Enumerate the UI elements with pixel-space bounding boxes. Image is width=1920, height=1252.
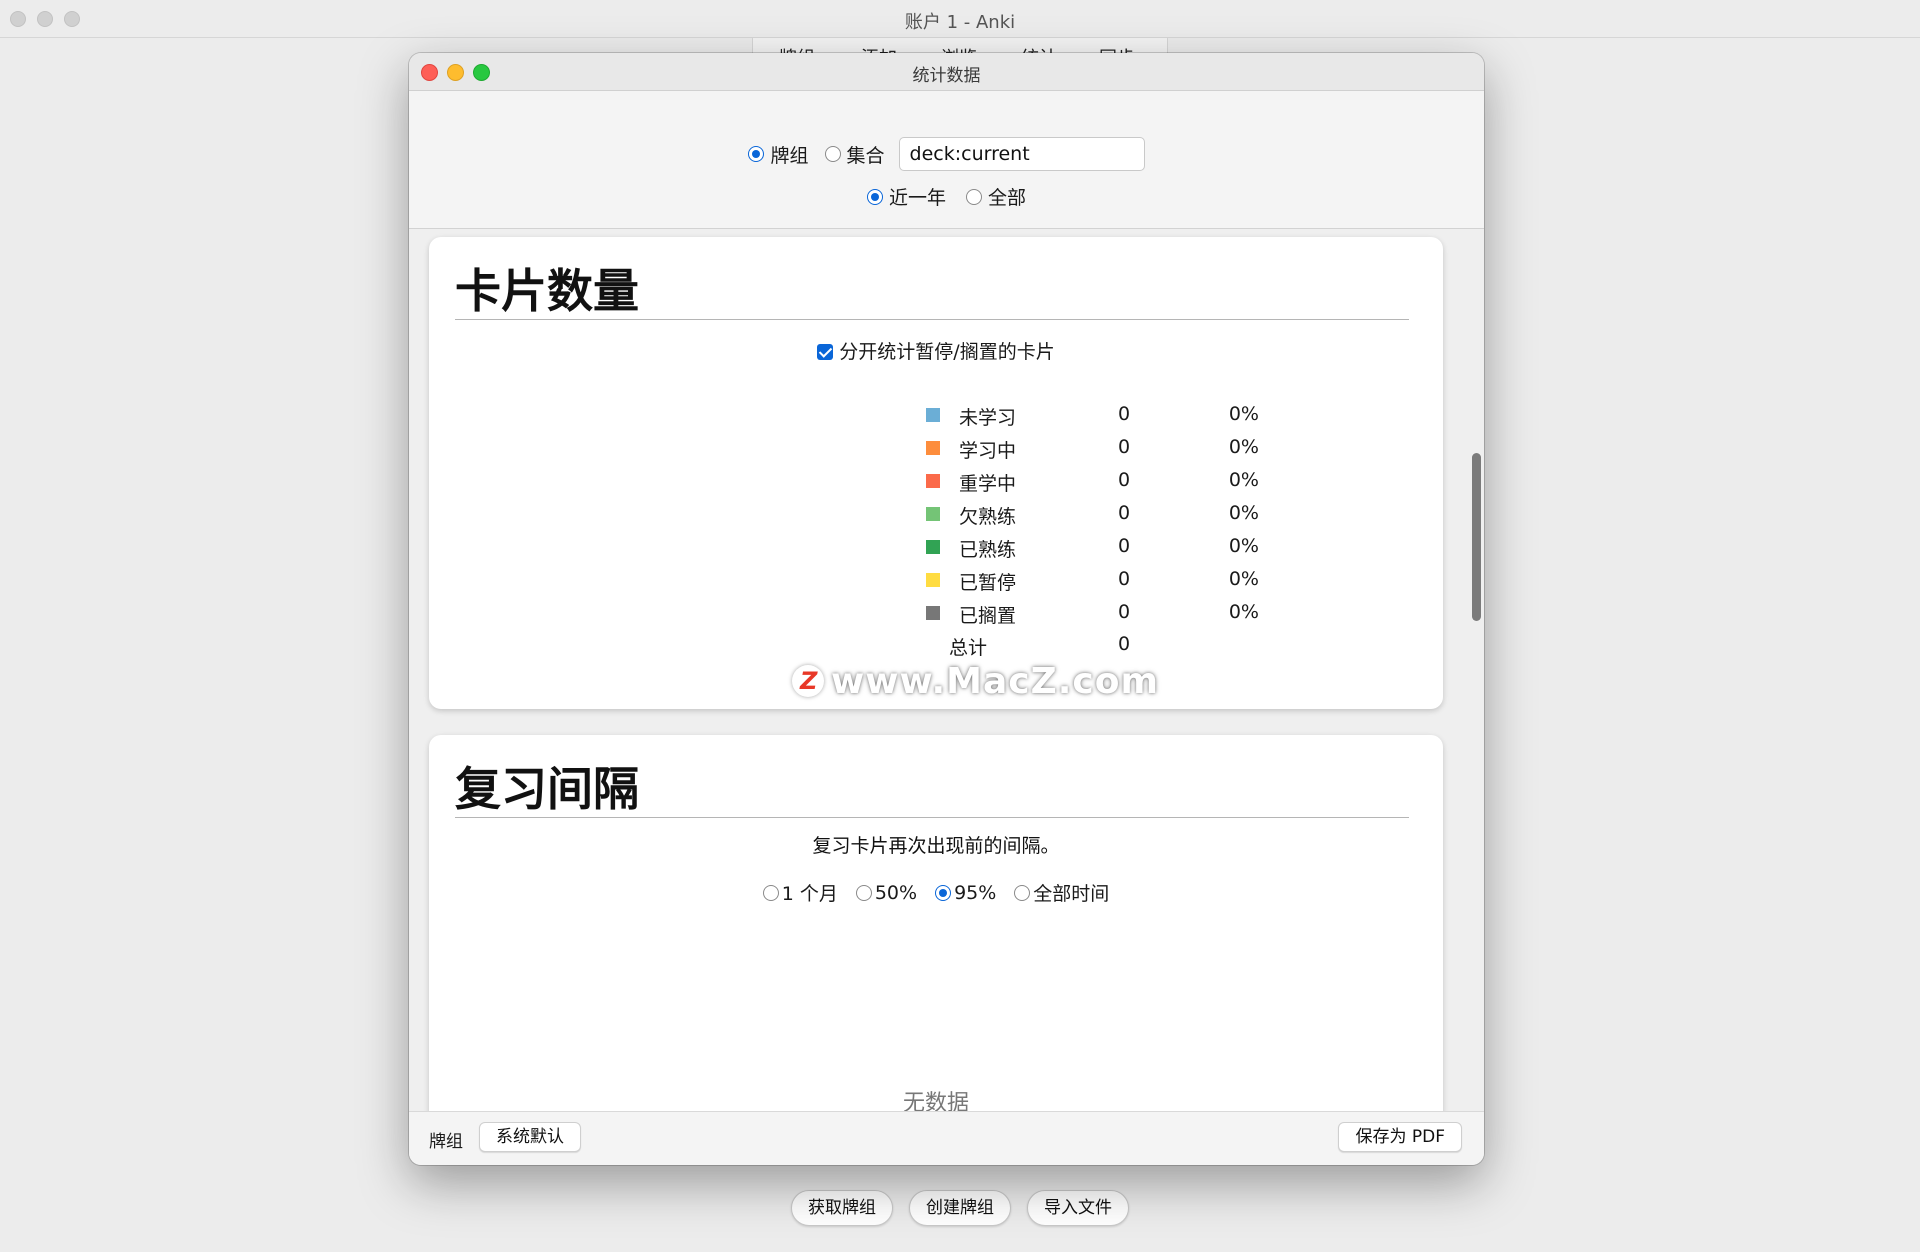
legend-percent: 0%: [1228, 436, 1259, 458]
radio-selected-icon: [866, 188, 883, 205]
scrollbar-thumb[interactable]: [1472, 453, 1481, 621]
radio-unselected-icon: [855, 884, 872, 901]
range-1-month-radio[interactable]: 1 个月: [762, 879, 838, 906]
range-label: 50%: [874, 881, 918, 904]
radio-unselected-icon: [762, 884, 779, 901]
period-row: 近一年 全部: [409, 183, 1484, 210]
legend-swatch: [926, 507, 940, 521]
scope-deck-radio[interactable]: 牌组: [748, 141, 809, 168]
legend-count: 0: [1117, 568, 1131, 590]
legend-percent: 0%: [1228, 403, 1259, 425]
main-titlebar: 账户 1 - Anki: [0, 0, 1920, 38]
legend-label: 已搁置: [959, 605, 1017, 627]
scope-collection-label: 集合: [846, 144, 885, 167]
legend-swatch: [926, 540, 940, 554]
legend-percent: 0%: [1228, 601, 1259, 623]
separate-suspended-label[interactable]: 分开统计暂停/搁置的卡片: [839, 341, 1054, 363]
preset-button[interactable]: 系统默认: [479, 1122, 581, 1152]
legend-swatch: [926, 441, 940, 455]
dialog-titlebar: 统计数据: [409, 53, 1484, 91]
legend-label: 已暂停: [959, 572, 1017, 594]
range-label: 95%: [954, 881, 997, 904]
legend-swatch: [926, 606, 940, 620]
legend-count: 0: [1117, 502, 1131, 524]
legend-total-row: 总计 0: [429, 629, 1443, 662]
total-label: 总计: [949, 637, 988, 659]
card-counts-panel: 卡片数量 分开统计暂停/搁置的卡片 未学习 0 0% 学习中 0 0% 重学中 …: [429, 237, 1443, 709]
title-divider: [455, 319, 1409, 320]
period-all-radio[interactable]: 全部: [966, 183, 1026, 210]
legend-row: 学习中 0 0%: [429, 432, 1443, 465]
scope-collection-radio[interactable]: 集合: [824, 141, 885, 168]
range-label: 全部时间: [1033, 883, 1110, 905]
dialog-footer: 牌组 系统默认 保存为 PDF: [409, 1111, 1484, 1165]
legend-label: 学习中: [959, 440, 1017, 462]
title-divider: [455, 817, 1409, 818]
main-bottom-bar: 获取牌组 创建牌组 导入文件: [0, 1190, 1920, 1234]
statistics-dialog: 统计数据 牌组 集合 近一年 全部 卡: [409, 53, 1484, 1165]
radio-unselected-icon: [824, 146, 841, 162]
legend-swatch: [926, 408, 940, 422]
legend-count: 0: [1117, 436, 1131, 458]
search-input[interactable]: [898, 137, 1145, 171]
legend-label: 未学习: [959, 407, 1017, 429]
legend-count: 0: [1117, 535, 1131, 557]
save-pdf-button[interactable]: 保存为 PDF: [1338, 1122, 1462, 1152]
legend-row: 未学习 0 0%: [429, 399, 1443, 432]
scope-deck-label: 牌组: [770, 144, 809, 167]
legend-count: 0: [1117, 601, 1131, 623]
separate-suspended-checkbox[interactable]: [817, 344, 834, 360]
import-file-button[interactable]: 导入文件: [1027, 1190, 1129, 1226]
radio-unselected-icon: [1014, 884, 1031, 901]
legend-label: 已熟练: [959, 539, 1017, 561]
period-year-radio[interactable]: 近一年: [866, 183, 946, 210]
watermark-text: www.MacZ.com: [831, 661, 1159, 702]
separate-suspended-row: 分开统计暂停/搁置的卡片: [429, 337, 1443, 364]
period-year-label: 近一年: [888, 187, 946, 209]
legend-row: 欠熟练 0 0%: [429, 498, 1443, 531]
legend-label: 重学中: [959, 473, 1017, 495]
period-all-label: 全部: [988, 187, 1027, 209]
stats-controls: 牌组 集合 近一年 全部: [409, 91, 1484, 229]
watermark-logo-letter: Z: [800, 667, 818, 695]
review-intervals-panel: 复习间隔 复习卡片再次出现前的间隔。 1 个月 50% 95% 全部时间 无数据: [429, 735, 1443, 1151]
create-deck-button[interactable]: 创建牌组: [909, 1190, 1011, 1226]
range-all-time-radio[interactable]: 全部时间: [1014, 879, 1109, 906]
radio-unselected-icon: [966, 188, 982, 205]
legend-swatch: [926, 573, 940, 587]
legend-count: 0: [1117, 403, 1131, 425]
footer-deck-label: 牌组: [429, 1132, 463, 1152]
range-label: 1 个月: [781, 883, 838, 905]
stats-content[interactable]: 卡片数量 分开统计暂停/搁置的卡片 未学习 0 0% 学习中 0 0% 重学中 …: [409, 229, 1484, 1151]
legend-row: 重学中 0 0%: [429, 465, 1443, 498]
card-counts-title: 卡片数量: [455, 264, 639, 318]
scope-row: 牌组 集合: [409, 137, 1484, 171]
dialog-title: 统计数据: [912, 66, 981, 86]
main-window-title: 账户 1 - Anki: [904, 12, 1016, 33]
legend-percent: 0%: [1228, 535, 1259, 557]
legend-row: 已熟练 0 0%: [429, 531, 1443, 564]
legend-percent: 0%: [1228, 469, 1259, 491]
legend-percent: 0%: [1228, 502, 1259, 524]
legend-swatch: [926, 474, 940, 488]
radio-selected-icon: [935, 884, 952, 901]
legend-label: 欠熟练: [959, 506, 1017, 528]
range-95-radio[interactable]: 95%: [935, 879, 996, 906]
get-shared-button[interactable]: 获取牌组: [791, 1190, 893, 1226]
interval-range-row: 1 个月 50% 95% 全部时间: [429, 879, 1443, 906]
legend-percent: 0%: [1228, 568, 1259, 590]
radio-selected-icon: [748, 146, 765, 162]
range-50-radio[interactable]: 50%: [855, 879, 918, 906]
review-intervals-title: 复习间隔: [455, 762, 639, 816]
legend-row: 已暂停 0 0%: [429, 564, 1443, 597]
legend-row: 已搁置 0 0%: [429, 597, 1443, 630]
content-scrollbar[interactable]: [1469, 229, 1483, 1151]
legend-count: 0: [1117, 469, 1131, 491]
review-intervals-subtitle: 复习卡片再次出现前的间隔。: [812, 835, 1060, 857]
total-count: 0: [1117, 633, 1131, 655]
watermark-logo-icon: Z: [792, 665, 824, 697]
